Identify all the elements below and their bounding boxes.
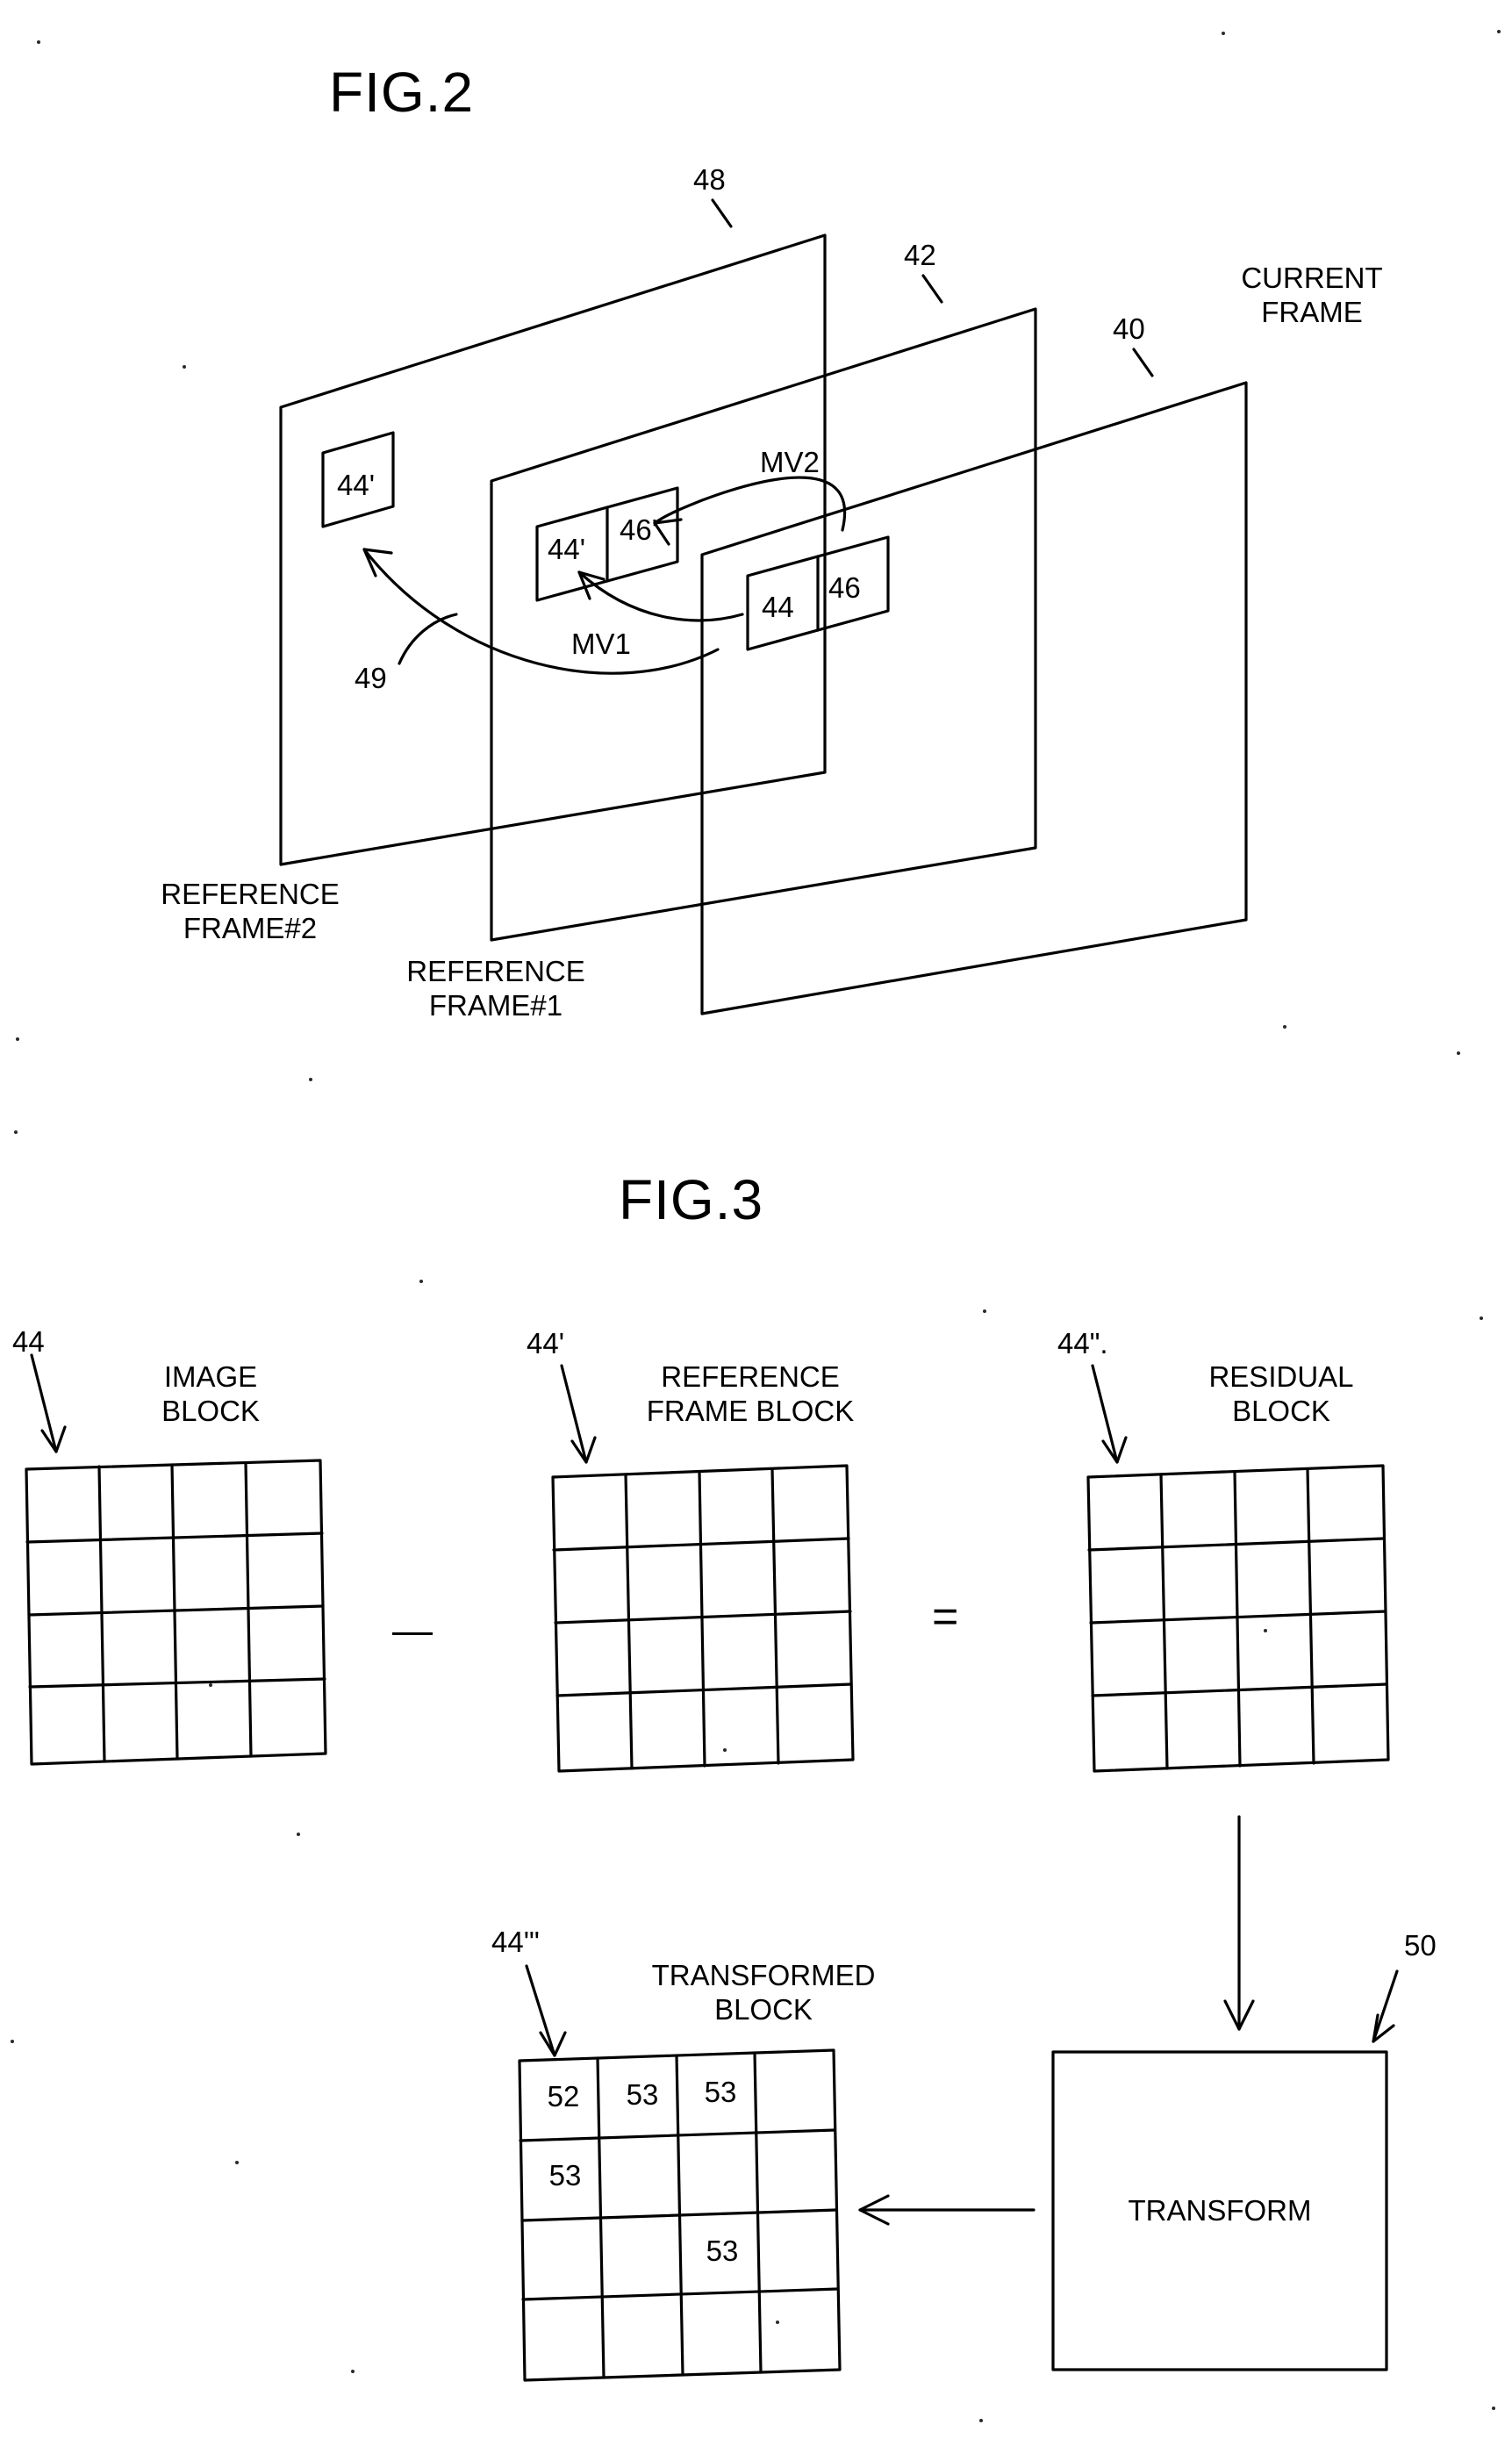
fig2-current-frame-label: CURRENT FRAME (1241, 262, 1383, 328)
fig3-residual-block-label: RESIDUAL BLOCK (1208, 1360, 1354, 1427)
fig2-ref-49: 49 (355, 662, 387, 694)
leader-42 (921, 274, 943, 304)
fig3-coef-53-b: 53 (704, 2076, 737, 2108)
fig3-ref-44-tprime: 44'" (491, 1926, 540, 1958)
leader-44-tprime-head (539, 2031, 567, 2057)
fig2-block-44-prime-ref2-label: 44' (337, 469, 376, 501)
scan-speck (209, 1683, 212, 1687)
grid-reference-frame-block (551, 1464, 855, 1773)
scan-speck (1264, 1629, 1267, 1632)
fig3-ref-50: 50 (1404, 1929, 1437, 1962)
scan-speck (1457, 1051, 1460, 1055)
scan-speck (183, 365, 186, 369)
scan-speck (1497, 30, 1501, 33)
fig2-block-44-prime-ref1-label: 44' (548, 533, 586, 565)
scan-speck (1222, 32, 1225, 35)
fig3-minus-operator: — (392, 1607, 433, 1653)
fig3-image-block-label: IMAGE BLOCK (161, 1360, 260, 1427)
grid-image-block (25, 1459, 327, 1766)
arrow-mv2 (653, 476, 846, 532)
leader-50-head (1372, 2013, 1395, 2043)
fig3-title: FIG.3 (619, 1168, 764, 1231)
grid-residual-block (1086, 1464, 1390, 1773)
scan-speck (776, 2321, 779, 2324)
fig3-coef-53-a: 53 (626, 2078, 659, 2111)
fig2-reference-frame-2-label: REFERENCE FRAME#2 (161, 878, 340, 944)
scan-speck (235, 2161, 239, 2164)
fig2-block-46-current-label: 46 (828, 571, 861, 604)
scan-speck (983, 1309, 986, 1313)
scan-speck (1480, 1316, 1483, 1320)
leader-44-tprime (525, 1964, 556, 2057)
fig3-ref-44-prime: 44' (527, 1327, 565, 1359)
fig3-ref-44-dprime: 44". (1057, 1327, 1108, 1359)
leader-44-dprime (1091, 1364, 1119, 1464)
fig3-ref-44: 44 (12, 1325, 45, 1358)
fig3-coef-52: 52 (547, 2080, 580, 2113)
scan-speck (1492, 2407, 1495, 2410)
fig2-block-44-current-label: 44 (762, 591, 794, 623)
scan-speck (1283, 1025, 1286, 1029)
scan-speck (351, 2370, 355, 2373)
scan-speck (979, 2419, 983, 2422)
fig2-mv2-label: MV2 (760, 446, 820, 478)
fig2-reference-frame-1-label: REFERENCE FRAME#1 (406, 955, 585, 1022)
scan-speck (16, 1037, 19, 1041)
scan-speck (419, 1280, 423, 1283)
arrow-49 (362, 548, 720, 675)
scan-speck (11, 2040, 14, 2043)
patent-figure-page: FIG.2 48 42 40 CURRENT FRAME REFERENCE F… (0, 0, 1512, 2439)
leader-44-prime (560, 1364, 588, 1464)
fig3-coef-53-d: 53 (706, 2235, 739, 2267)
fig2-mv1-label: MV1 (571, 628, 631, 660)
fig3-reference-frame-block-label: REFERENCE FRAME BLOCK (646, 1360, 855, 1427)
fig2-ref-48: 48 (693, 163, 726, 196)
scan-speck (309, 1078, 312, 1081)
fig3-coef-53-c: 53 (548, 2159, 582, 2192)
scan-speck (297, 1833, 300, 1836)
fig2-ref-42: 42 (904, 239, 936, 271)
scan-speck (37, 40, 40, 44)
leader-44 (30, 1353, 58, 1453)
leader-40 (1132, 348, 1154, 377)
fig3-transformed-block-label: TRANSFORMED BLOCK (651, 1959, 876, 2026)
fig3-transform-label: TRANSFORM (1128, 2194, 1312, 2227)
fig3-equals-operator: = (932, 1591, 959, 1642)
leader-48 (711, 198, 733, 228)
scan-speck (723, 1748, 727, 1752)
fig2-title: FIG.2 (329, 61, 475, 124)
scan-speck (14, 1130, 18, 1134)
fig2-ref-40: 40 (1113, 312, 1145, 345)
fig2-block-46-prime-ref1-label: 46' (620, 513, 658, 546)
leader-49 (398, 613, 458, 665)
